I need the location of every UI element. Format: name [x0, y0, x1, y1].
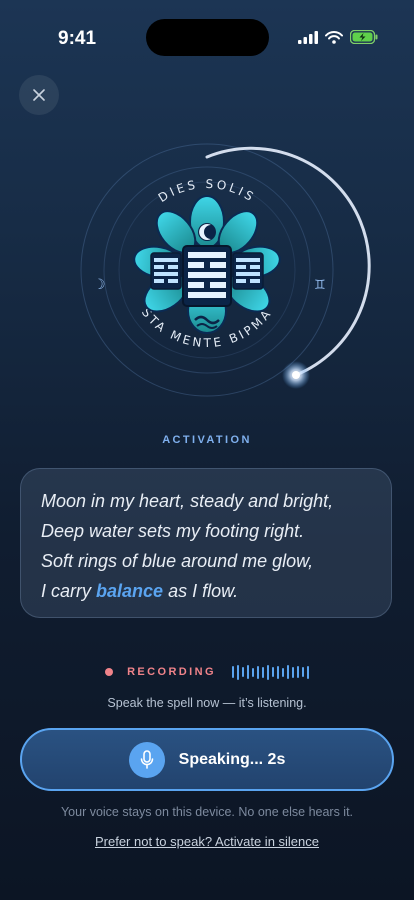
- verse-text: as I flow.: [163, 581, 239, 601]
- spell-verse-card: Moon in my heart, steady and bright, Dee…: [20, 468, 392, 618]
- battery-icon: [350, 30, 378, 44]
- verse-line: Soft rings of blue around me glow,: [41, 551, 314, 571]
- microphone-icon: [128, 741, 165, 778]
- status-time: 9:41: [58, 28, 97, 49]
- speaking-label: Speaking... 2s: [178, 750, 286, 768]
- recording-dot-icon: [105, 668, 114, 676]
- waveform-icon: [231, 664, 309, 680]
- activation-label: ACTIVATION: [162, 434, 252, 446]
- verse-text: I carry: [41, 581, 97, 601]
- close-icon: [33, 89, 45, 101]
- status-bar: 9:41: [0, 0, 414, 60]
- close-button[interactable]: [19, 75, 59, 115]
- verse-line: Moon in my heart, steady and bright,: [41, 491, 334, 511]
- dynamic-island: [146, 19, 269, 56]
- activate-silently-link[interactable]: Prefer not to speak? Activate in silence: [0, 834, 414, 849]
- recording-hint: Speak the spell now — it’s listening.: [107, 696, 307, 710]
- recording-label: RECORDING: [127, 666, 216, 678]
- recording-indicator: RECORDING: [0, 664, 414, 680]
- speaking-button[interactable]: Speaking... 2s: [20, 728, 394, 791]
- moon-glyph: ☽: [93, 277, 106, 293]
- gemini-glyph: ♊: [314, 278, 326, 293]
- privacy-note: Your voice stays on this device. No one …: [60, 805, 354, 819]
- verse-line: I carry balance as I flow.: [41, 576, 371, 606]
- verse-highlight-word: balance: [96, 581, 164, 601]
- sigil-emblem: ☽ ♊ DIES SOLIS STA MENTE BIPMA: [80, 143, 371, 397]
- signal-icon: [298, 30, 318, 44]
- verse-line: Deep water sets my footing right.: [41, 521, 305, 541]
- status-icons: [298, 30, 378, 44]
- wifi-icon: [325, 30, 343, 44]
